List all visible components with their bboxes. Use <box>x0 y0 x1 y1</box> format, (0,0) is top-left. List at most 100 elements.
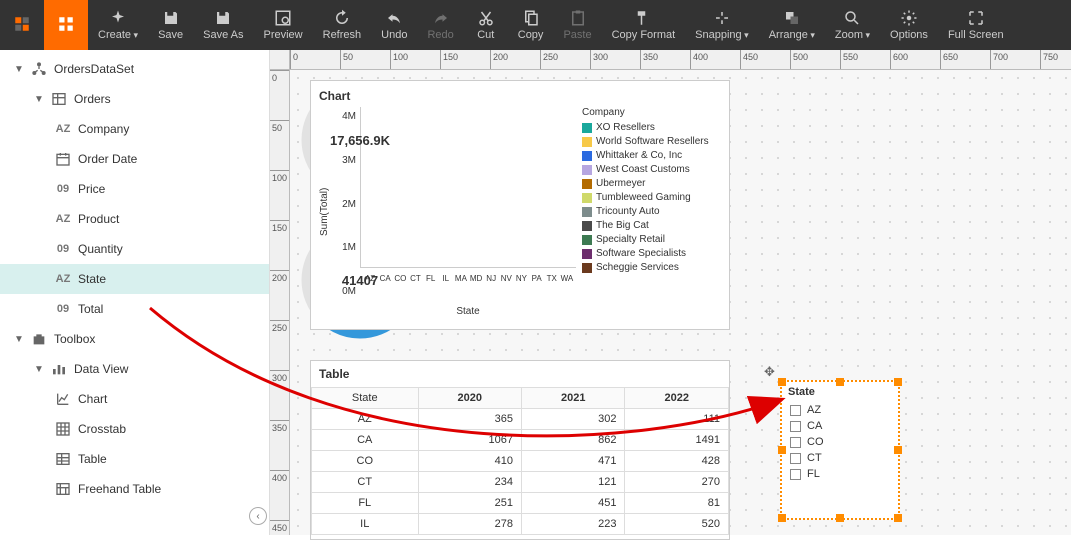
selection-list-widget[interactable]: ✥ State AZCACOCTFL <box>780 380 900 520</box>
chart-bars: AZCACOCTFLILMAMDNJNVNYPATXWA <box>361 107 576 267</box>
options-button[interactable]: Options <box>880 0 938 50</box>
resize-handle[interactable] <box>894 514 902 522</box>
checkbox-icon[interactable] <box>790 405 801 416</box>
checkbox-item[interactable]: AZ <box>782 402 898 418</box>
snapping-button[interactable]: Snapping <box>685 0 759 50</box>
table-row[interactable]: CO410471428 <box>312 451 729 472</box>
table-row[interactable]: CT234121270 <box>312 472 729 493</box>
saveas-button[interactable]: Save As <box>193 0 253 50</box>
table-widget[interactable]: Table State202020212022 AZ365302111CA106… <box>310 360 730 540</box>
resize-handle[interactable] <box>836 378 844 386</box>
legend-item: Scheggie Services <box>582 262 721 273</box>
chart-icon <box>54 390 72 408</box>
legend-item: The Big Cat <box>582 220 721 231</box>
workspace-button[interactable] <box>44 0 88 50</box>
checkbox-item[interactable]: CO <box>782 434 898 450</box>
text-field-icon: AZ <box>54 120 72 138</box>
table-row[interactable]: AZ365302111 <box>312 409 729 430</box>
number-field-icon: 09 <box>54 180 72 198</box>
canvas-sheet[interactable]: Chart Sum(Total) 4M3M2M1M0M AZCACOCTFLIL… <box>290 70 1071 535</box>
tree-crosstab[interactable]: Crosstab <box>0 414 269 444</box>
text-field-icon: AZ <box>54 210 72 228</box>
legend-item: XO Resellers <box>582 122 721 133</box>
gauge-2-value: 41407 <box>342 273 378 288</box>
checkbox-item[interactable]: CT <box>782 450 898 466</box>
redo-button[interactable]: Redo <box>417 0 463 50</box>
checkbox-item[interactable]: FL <box>782 466 898 482</box>
cut-button[interactable]: Cut <box>464 0 508 50</box>
gauge-1-value: 17,656.9K <box>330 133 390 148</box>
number-field-icon: 09 <box>54 240 72 258</box>
tree-freehand[interactable]: Freehand Table <box>0 474 269 504</box>
sidebar-tree: ▼OrdersDataSet ▼Orders AZCompany Order D… <box>0 50 270 535</box>
checkbox-icon[interactable] <box>790 421 801 432</box>
legend-item: Tricounty Auto <box>582 206 721 217</box>
zoom-button[interactable]: Zoom <box>825 0 880 50</box>
copyformat-button[interactable]: Copy Format <box>602 0 686 50</box>
resize-handle[interactable] <box>778 514 786 522</box>
main-toolbar: Create Save Save As Preview Refresh Undo… <box>0 0 1071 50</box>
data-table: State202020212022 AZ365302111CA106786214… <box>311 387 729 535</box>
legend-item: Tumbleweed Gaming <box>582 192 721 203</box>
logo-icon[interactable] <box>0 0 44 50</box>
tree-field-quantity[interactable]: 09Quantity <box>0 234 269 264</box>
table-view-icon <box>54 450 72 468</box>
toolbox-icon <box>30 330 48 348</box>
undo-button[interactable]: Undo <box>371 0 417 50</box>
collapse-sidebar-button[interactable]: ‹ <box>249 507 267 525</box>
legend-item: World Software Resellers <box>582 136 721 147</box>
preview-button[interactable]: Preview <box>254 0 313 50</box>
resize-handle[interactable] <box>894 378 902 386</box>
save-button[interactable]: Save <box>148 0 193 50</box>
tree-field-orderdate[interactable]: Order Date <box>0 144 269 174</box>
text-field-icon: AZ <box>54 270 72 288</box>
move-handle-icon[interactable]: ✥ <box>764 364 775 380</box>
tree-field-state[interactable]: AZState <box>0 264 269 294</box>
chart-xlabel: State <box>360 306 576 317</box>
arrange-button[interactable]: Arrange <box>759 0 825 50</box>
resize-handle[interactable] <box>836 514 844 522</box>
legend-item: Software Specialists <box>582 248 721 259</box>
tree-toolbox[interactable]: ▼Toolbox <box>0 324 269 354</box>
checkbox-icon[interactable] <box>790 437 801 448</box>
ruler-vertical: 050100150200250300350400450 <box>270 70 290 535</box>
checkbox-icon[interactable] <box>790 453 801 464</box>
tree-field-company[interactable]: AZCompany <box>0 114 269 144</box>
number-field-icon: 09 <box>54 300 72 318</box>
tree-dataview[interactable]: ▼Data View <box>0 354 269 384</box>
freehand-icon <box>54 480 72 498</box>
tree-chart[interactable]: Chart <box>0 384 269 414</box>
resize-handle[interactable] <box>894 446 902 454</box>
resize-handle[interactable] <box>778 446 786 454</box>
tree-table[interactable]: Table <box>0 444 269 474</box>
legend-item: Ubermeyer <box>582 178 721 189</box>
table-row[interactable]: CA10678621491 <box>312 430 729 451</box>
tree-field-price[interactable]: 09Price <box>0 174 269 204</box>
fullscreen-button[interactable]: Full Screen <box>938 0 1014 50</box>
design-canvas[interactable]: 0501001502002503003504004505005506006507… <box>270 50 1071 535</box>
chart-legend: Company XO ResellersWorld Software Resel… <box>576 107 721 317</box>
paste-button[interactable]: Paste <box>553 0 601 50</box>
copy-button[interactable]: Copy <box>508 0 554 50</box>
dataview-icon <box>50 360 68 378</box>
table-title: Table <box>311 361 729 387</box>
crosstab-icon <box>54 420 72 438</box>
refresh-button[interactable]: Refresh <box>313 0 372 50</box>
table-icon <box>50 90 68 108</box>
table-row[interactable]: IL278223520 <box>312 514 729 535</box>
date-field-icon <box>54 150 72 168</box>
dataset-icon <box>30 60 48 78</box>
tree-field-product[interactable]: AZProduct <box>0 204 269 234</box>
tree-dataset[interactable]: ▼OrdersDataSet <box>0 54 269 84</box>
ruler-corner <box>270 50 290 70</box>
chart-widget[interactable]: Chart Sum(Total) 4M3M2M1M0M AZCACOCTFLIL… <box>310 80 730 330</box>
checkbox-item[interactable]: CA <box>782 418 898 434</box>
resize-handle[interactable] <box>778 378 786 386</box>
tree-field-total[interactable]: 09Total <box>0 294 269 324</box>
checkbox-icon[interactable] <box>790 469 801 480</box>
chart-ylabel: Sum(Total) <box>319 107 330 317</box>
create-button[interactable]: Create <box>88 0 148 50</box>
legend-item: Specialty Retail <box>582 234 721 245</box>
table-row[interactable]: FL25145181 <box>312 493 729 514</box>
tree-orders[interactable]: ▼Orders <box>0 84 269 114</box>
